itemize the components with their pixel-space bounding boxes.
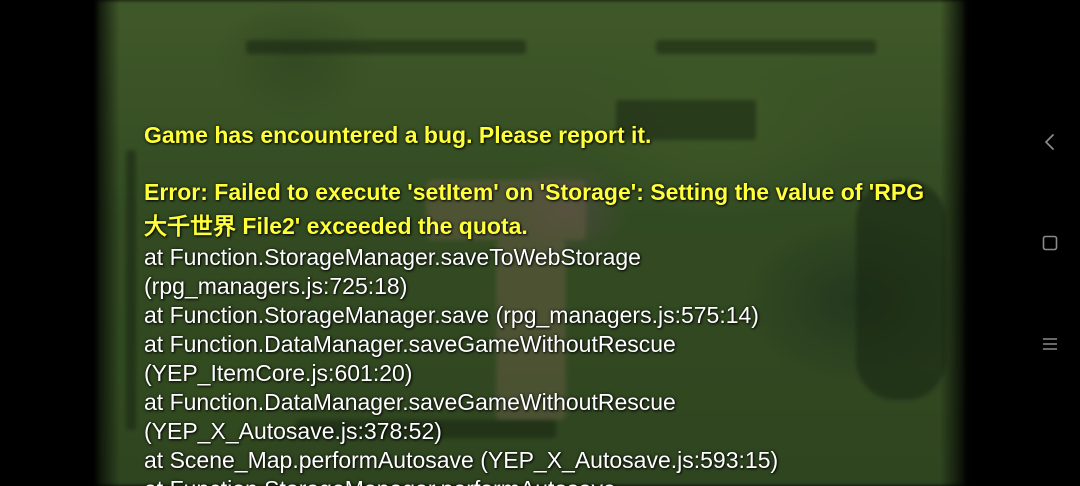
stack-trace-line: at Function.StorageManager.performAutosa…	[144, 475, 934, 486]
stack-trace-line: at Function.DataManager.saveGameWithoutR…	[144, 331, 676, 357]
stack-trace-line: at Function.DataManager.saveGameWithoutR…	[144, 389, 676, 415]
back-button[interactable]	[1038, 130, 1062, 154]
stack-trace-line: (YEP_ItemCore.js:601:20)	[144, 360, 413, 386]
system-nav-bar	[1020, 0, 1080, 486]
error-message: Error: Failed to execute 'setItem' on 'S…	[144, 179, 925, 239]
stack-trace-line: (rpg_managers.js:725:18)	[144, 273, 408, 299]
stack-trace-line: at Function.StorageManager.saveToWebStor…	[144, 244, 641, 270]
recents-button[interactable]	[1038, 332, 1062, 356]
square-icon	[1042, 235, 1058, 251]
right-edge-fade	[940, 0, 970, 486]
error-panel: Game has encountered a bug. Please repor…	[144, 118, 934, 486]
error-title: Game has encountered a bug. Please repor…	[144, 122, 652, 148]
stack-trace-line: at Scene_Map.performAutosave (YEP_X_Auto…	[144, 447, 779, 473]
game-screen: Game has encountered a bug. Please repor…	[0, 0, 1080, 486]
left-edge-fade	[90, 0, 120, 486]
chevron-left-icon	[1045, 134, 1054, 150]
stack-trace: at Function.StorageManager.saveToWebStor…	[144, 243, 934, 486]
stack-trace-line: at Function.StorageManager.save (rpg_man…	[144, 302, 759, 328]
hamburger-icon	[1043, 338, 1057, 350]
home-button[interactable]	[1038, 231, 1062, 255]
stack-trace-line: (YEP_X_Autosave.js:378:52)	[144, 418, 442, 444]
